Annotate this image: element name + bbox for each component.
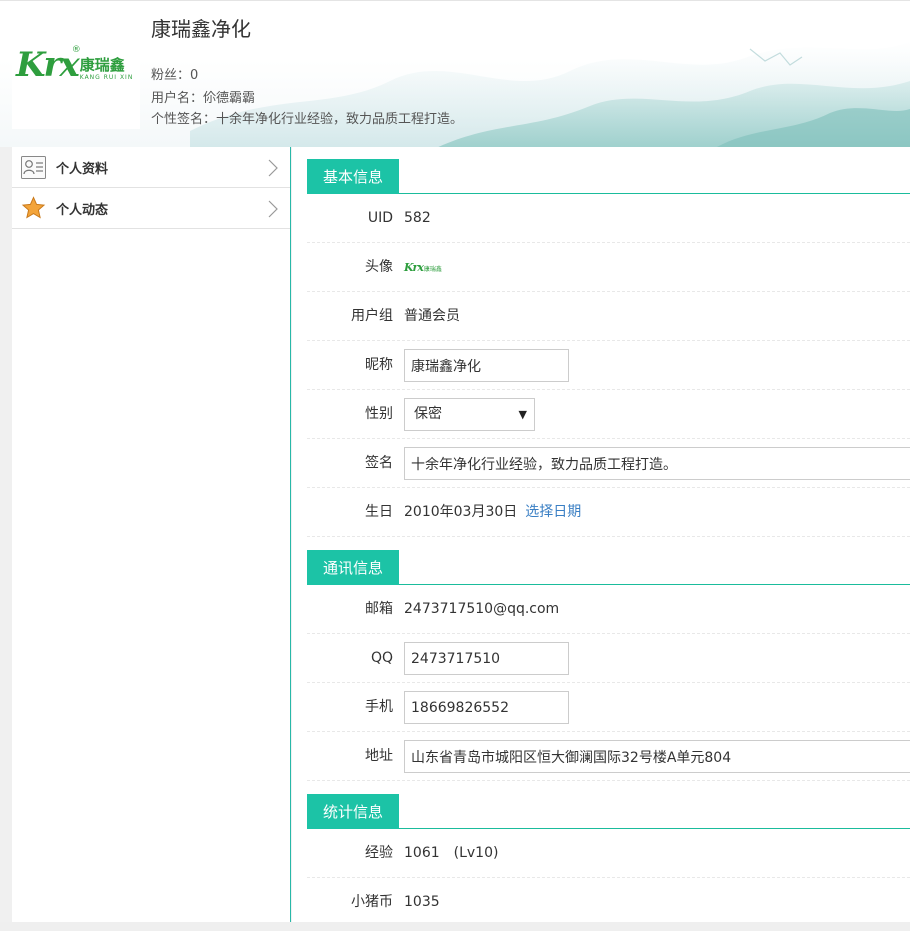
coin-label: 小猪币 [351,894,393,910]
sidebar-item-label: 个人动态 [56,202,109,218]
row-coin: 小猪币 1035 [307,878,910,927]
gender-select[interactable]: 保密 ▼ [404,398,535,431]
section-tag: 统计信息 [307,794,399,829]
avatar[interactable]: Krx 康瑞鑫 [404,261,442,274]
chevron-right-icon [268,200,278,218]
birthday-value: 2010年03月30日 选择日期 [404,488,581,537]
row-uid: UID 582 [307,194,910,243]
row-email: 邮箱 2473717510@qq.com [307,585,910,634]
logo-chinese-text: 康瑞鑫 [79,56,125,74]
email-label: 邮箱 [365,601,393,617]
sign-input[interactable] [404,447,910,480]
page-title: 康瑞鑫净化 [151,17,251,41]
dropdown-arrow-icon: ▼ [518,408,527,421]
avatar-script-text: Krx [404,261,424,274]
avatar-chinese-text: 康瑞鑫 [423,266,442,273]
logo-text-block: ® 康瑞鑫 KANG RUI XIN [72,45,134,81]
birthday-date: 2010年03月30日 [404,504,518,520]
uid-label: UID [367,210,393,226]
registered-mark: ® [71,45,81,55]
section-tag: 通讯信息 [307,550,399,585]
profile-main: 基本信息 UID 582 头像 Krx 康瑞鑫 用户组 普通会员 昵称 性别 保… [292,147,910,922]
signature-text: 个性签名：十余年净化行业经验，致力品质工程打造。 [151,112,464,127]
logo-script-text: Krx [16,45,80,85]
section-header-basic: 基本信息 [307,159,910,194]
section-header-stats: 统计信息 [307,794,910,829]
coin-value: 1035 [404,894,440,910]
experience-value: 1061 (Lv10) [404,845,499,861]
row-address: 地址 [307,732,910,781]
row-phone: 手机 [307,683,910,732]
nickname-input[interactable] [404,349,569,382]
section-tag: 基本信息 [307,159,399,194]
address-input[interactable] [404,740,910,773]
phone-label: 手机 [365,699,393,715]
qq-label: QQ [370,650,393,666]
fans-count: 粉丝：0 [151,68,199,83]
row-avatar: 头像 Krx 康瑞鑫 [307,243,910,292]
profile-card-icon [21,155,46,179]
group-value: 普通会员 [404,308,460,324]
sidebar-item-label: 个人资料 [56,161,109,177]
sidebar-item-profile[interactable]: 个人资料 [12,147,290,188]
sidebar: 个人资料 个人动态 [12,147,291,931]
section-header-contact: 通讯信息 [307,550,910,585]
logo-container: Krx ® 康瑞鑫 KANG RUI XIN [12,13,140,129]
address-label: 地址 [365,748,393,764]
pick-date-link[interactable]: 选择日期 [525,504,581,520]
page-bottom-strip [0,922,910,931]
row-experience: 经验 1061 (Lv10) [307,829,910,878]
birthday-label: 生日 [365,504,393,520]
phone-input[interactable] [404,691,569,724]
sign-label: 签名 [365,455,393,471]
row-birthday: 生日 2010年03月30日 选择日期 [307,488,910,537]
sidebar-item-activity[interactable]: 个人动态 [12,188,290,229]
group-label: 用户组 [351,308,393,324]
row-qq: QQ [307,634,910,683]
row-gender: 性别 保密 ▼ [307,390,910,439]
row-nickname: 昵称 [307,341,910,390]
chevron-right-icon [268,159,278,177]
row-group: 用户组 普通会员 [307,292,910,341]
profile-header: Krx ® 康瑞鑫 KANG RUI XIN 康瑞鑫净化 粉丝：0 用户名：伱德… [0,0,910,147]
landscape-banner-icon [190,41,910,147]
row-sign: 签名 [307,439,910,488]
gender-label: 性别 [365,406,393,422]
uid-value: 582 [404,210,431,226]
site-logo: Krx ® 康瑞鑫 KANG RUI XIN [16,45,134,85]
nickname-label: 昵称 [365,357,393,373]
star-icon [21,196,46,219]
experience-label: 经验 [365,845,393,861]
gender-selected-value: 保密 [414,406,442,422]
username-text: 用户名：伱德霸霸 [151,91,256,106]
logo-english-text: KANG RUI XIN [79,74,134,81]
avatar-label: 头像 [365,259,393,275]
qq-input[interactable] [404,642,569,675]
email-value: 2473717510@qq.com [404,601,560,617]
